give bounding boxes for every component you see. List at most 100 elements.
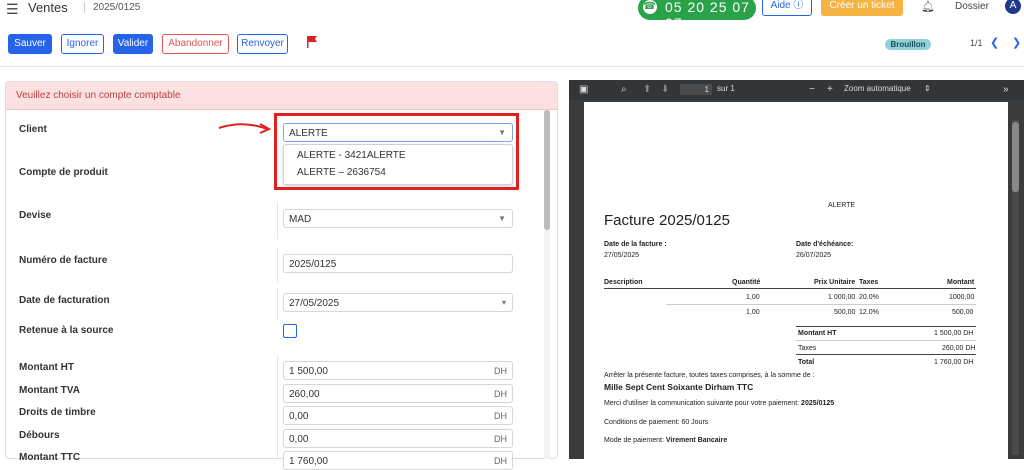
divider [277, 288, 278, 320]
row-price: 1 000,00 [828, 294, 856, 301]
divider [277, 248, 278, 282]
company-name: ALERTE [828, 202, 856, 209]
due-label: Date d'échéance: [796, 241, 854, 248]
row-amount: 500,00 [952, 309, 974, 316]
currency-suffix: DH [494, 366, 507, 376]
help-button[interactable]: Aide ⓘ [762, 0, 812, 16]
total-value: 1 760,00 DH [934, 359, 974, 366]
amount-ttc-value: 1 760,00 [289, 456, 328, 467]
top-bar: ☰ Ventes 2025/0125 ☎ 05 20 25 07 07 Aide… [0, 0, 1024, 31]
flag-icon[interactable] [305, 35, 319, 49]
amount-ttc-label: Montant TTC [19, 452, 81, 463]
headset-icon: ☎ [643, 0, 657, 14]
arrow-up-icon[interactable]: ⬆ [643, 84, 651, 95]
currency-label: Devise [19, 210, 52, 221]
row-qty: 1,00 [746, 294, 760, 301]
stamp-value: 0,00 [289, 411, 309, 422]
currency-suffix: DH [494, 434, 507, 444]
bell-icon[interactable]: 🔔︎ [921, 0, 935, 13]
disbursements-input[interactable]: 0,00 DH [283, 429, 513, 448]
divider [666, 304, 976, 305]
chevron-down-icon: ⇕ [924, 84, 931, 93]
date-value: 27/05/2025 [604, 252, 640, 259]
taxes-value: 260,00 DH [942, 345, 976, 352]
stamp-input[interactable]: 0,00 DH [283, 406, 513, 425]
row-tax: 20.0% [859, 294, 879, 301]
currency-value: MAD [289, 214, 312, 225]
form-scrollbar-thumb[interactable] [544, 110, 550, 230]
phone-button[interactable]: ☎ 05 20 25 07 07 [638, 0, 756, 31]
chevron-left-icon[interactable]: ❮ [990, 36, 999, 49]
invoice-number-label: Numéro de facture [19, 255, 108, 266]
pdf-scrollbar-thumb[interactable] [1012, 122, 1019, 192]
vat-input[interactable]: 260,00 DH [283, 384, 513, 403]
client-label: Client [19, 124, 47, 135]
sidebar-toggle-icon[interactable]: ▣ [579, 84, 588, 95]
invoice-date-value: 27/05/2025 [289, 298, 340, 309]
error-alert: Veuillez choisir un compte comptable [6, 82, 557, 110]
dossier-menu[interactable]: Dossier [955, 1, 989, 12]
payment-mode-value: Virement Bancaire [665, 437, 728, 444]
total-ht-label: Montant HT [798, 330, 837, 337]
amount-ttc-input[interactable]: 1 760,00 DH [283, 451, 513, 470]
ignore-button[interactable]: Ignorer [61, 34, 104, 54]
more-tools-icon[interactable]: » [1003, 84, 1009, 95]
create-ticket-button[interactable]: Créer un ticket [821, 0, 903, 16]
currency-suffix: DH [494, 389, 507, 399]
withholding-checkbox[interactable] [283, 324, 297, 338]
disbursements-label: Débours [19, 430, 60, 441]
currency-suffix: DH [494, 411, 507, 421]
col-amount: Montant [947, 279, 975, 286]
breadcrumb: 2025/0125 [84, 2, 140, 13]
zoom-out-icon[interactable]: − [809, 84, 815, 95]
pdf-page: ALERTE Facture 2025/0125 Date de la fact… [584, 102, 1008, 459]
search-icon[interactable]: ⌕ [621, 84, 627, 95]
invoice-date-input[interactable]: 27/05/2025 ▾ [283, 293, 513, 312]
zoom-in-icon[interactable]: + [827, 84, 833, 95]
app-title: Ventes [28, 0, 68, 15]
amount-ht-label: Montant HT [19, 362, 74, 373]
amount-words: Mille Sept Cent Soixante Dirham TTC [604, 382, 754, 392]
arrow-down-icon[interactable]: ⬇ [661, 84, 669, 95]
save-button[interactable]: Sauver [8, 34, 52, 54]
date-label: Date de la facture : [604, 241, 667, 248]
divider [277, 202, 278, 239]
pdf-page-input[interactable]: 1 [680, 84, 712, 95]
total-ht-value: 1 500,00 DH [934, 330, 974, 337]
amount-ht-input[interactable]: 1 500,00 DH [283, 361, 513, 380]
divider [796, 326, 976, 327]
payment-terms: Conditions de paiement: 60 Jours [604, 419, 709, 426]
validate-button[interactable]: Valider [113, 34, 153, 54]
status-badge: Brouillon [885, 39, 931, 50]
avatar[interactable]: A [1005, 0, 1021, 14]
menu-icon[interactable]: ☰ [6, 1, 19, 18]
payment-mode-label: Mode de paiement: [604, 437, 664, 444]
row-price: 500,00 [834, 309, 856, 316]
divider [277, 355, 278, 459]
chevron-right-icon[interactable]: ❯ [1012, 36, 1021, 49]
total-label: Total [798, 359, 815, 366]
stop-text: Arrêter la présente facture, toutes taxe… [604, 372, 815, 379]
communication-text: Merci d'utiliser la communication suivan… [604, 400, 800, 407]
divider [604, 288, 976, 289]
zoom-select[interactable]: Zoom automatique [844, 84, 911, 93]
resend-button[interactable]: Renvoyer [237, 34, 288, 54]
currency-select[interactable]: MAD ▼ [283, 209, 513, 228]
divider [796, 354, 976, 355]
pdf-page-total: sur 1 [717, 84, 735, 93]
col-description: Description [604, 279, 643, 286]
amount-ht-value: 1 500,00 [289, 366, 328, 377]
col-unit-price: Prix Unitaire [814, 279, 856, 286]
invoice-number-input[interactable]: 2025/0125 [283, 254, 513, 273]
stamp-label: Droits de timbre [19, 407, 96, 418]
product-account-label: Compte de produit [19, 167, 108, 178]
col-quantity: Quantité [732, 279, 761, 286]
divider [0, 66, 1024, 67]
abandon-button[interactable]: Abandonner [162, 34, 229, 54]
arrow-annotation [218, 123, 272, 134]
vat-label: Montant TVA [19, 385, 80, 396]
vat-value: 260,00 [289, 389, 320, 400]
payment-mode-line: Mode de paiement: Virement Bancaire [604, 437, 727, 444]
row-qty: 1,00 [746, 309, 760, 316]
invoice-date-label: Date de facturation [19, 295, 110, 306]
